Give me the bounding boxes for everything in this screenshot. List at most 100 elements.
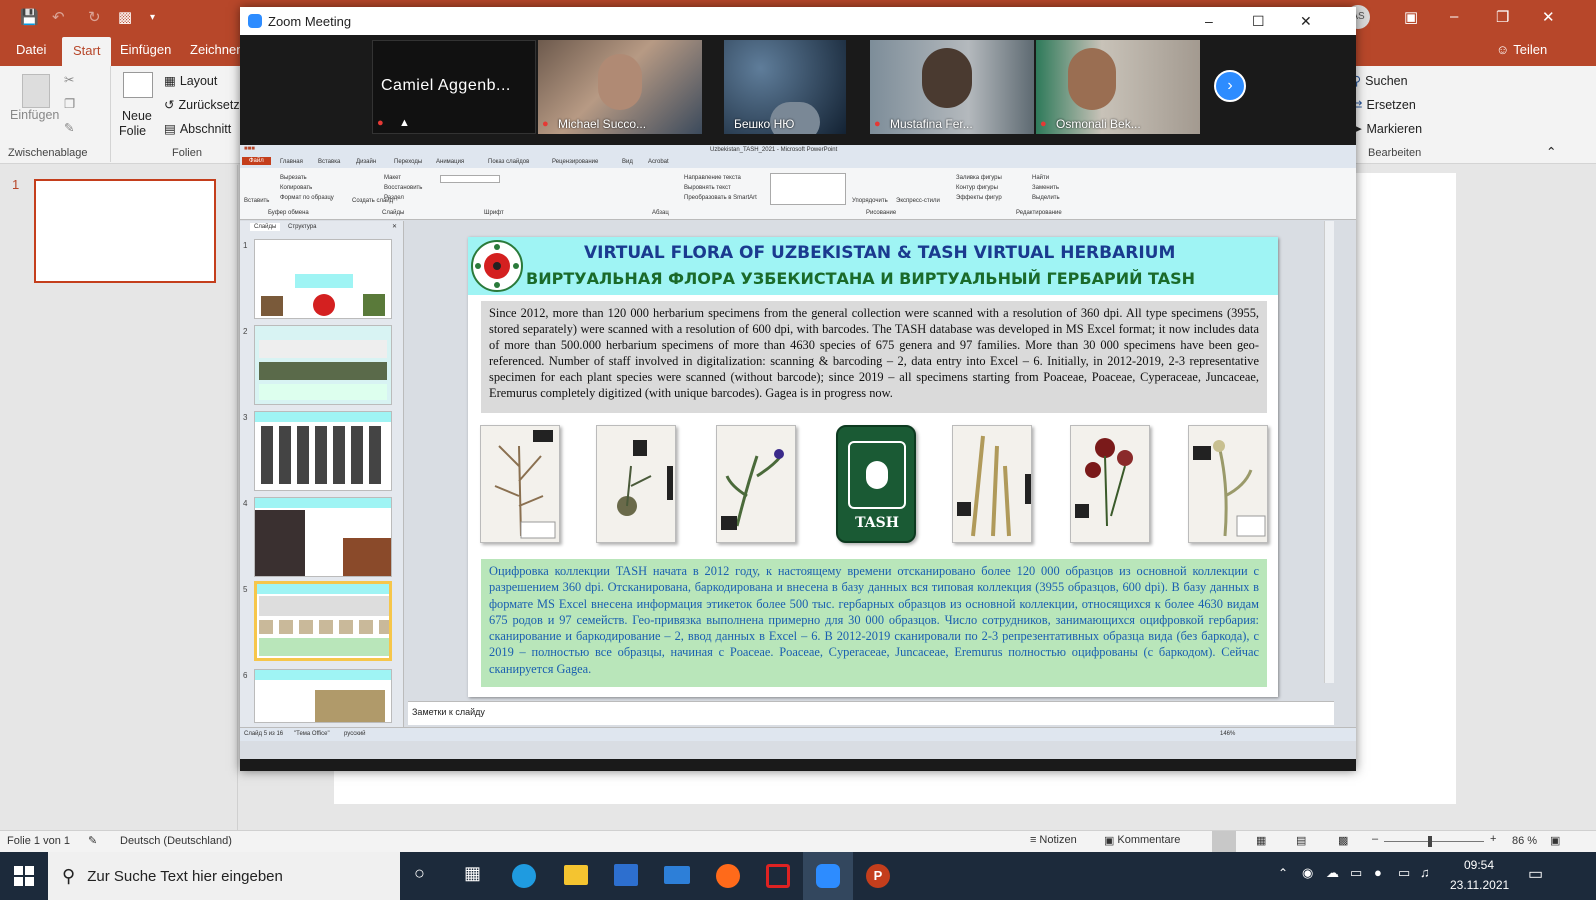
microphone-icon[interactable]: ● <box>1374 865 1382 880</box>
section-button[interactable]: ▤ Abschnitt <box>164 121 231 137</box>
firefox-icon[interactable] <box>716 864 740 888</box>
shared-tab-outline[interactable]: Структура <box>288 224 316 230</box>
undo-icon[interactable]: ↶ <box>52 8 65 26</box>
redo-icon[interactable]: ↻ <box>88 8 101 26</box>
tab-start[interactable]: Start <box>62 37 112 66</box>
paste-button[interactable]: Einfügen <box>10 108 59 122</box>
shared-shapes-gallery[interactable] <box>770 173 846 205</box>
mcafee-icon[interactable] <box>766 864 790 888</box>
new-slide-button[interactable]: Neue <box>122 109 152 123</box>
tab-draw[interactable]: Zeichnen <box>190 42 243 57</box>
participant-tile[interactable]: ● Osmonali Bek... <box>1036 40 1200 134</box>
close-icon[interactable]: ✕ <box>1542 8 1555 26</box>
normal-view-icon[interactable] <box>1212 831 1236 852</box>
clock-time[interactable]: 09:54 <box>1464 858 1494 872</box>
shared-tab[interactable]: Переходы <box>394 159 422 165</box>
shared-tab[interactable]: Дизайн <box>356 159 376 165</box>
share-button[interactable]: ☺ Teilen <box>1496 42 1547 57</box>
shared-tab[interactable]: Показ слайдов <box>488 159 529 165</box>
shared-tab[interactable]: Вид <box>622 159 633 165</box>
close-icon[interactable]: ✕ <box>1300 13 1312 30</box>
slide-thumbnail-4[interactable] <box>254 497 392 577</box>
zoom-slider-thumb[interactable] <box>1428 836 1432 847</box>
network-icon[interactable]: ◉ <box>1302 865 1313 881</box>
next-participants-button[interactable]: › <box>1214 70 1246 102</box>
task-view-icon[interactable]: ▦ <box>464 863 481 884</box>
shared-tab[interactable]: Анимация <box>436 159 464 165</box>
language-status[interactable]: Deutsch (Deutschland) <box>120 835 232 847</box>
taskbar-search[interactable]: ⚲ Zur Suche Text hier eingeben <box>48 852 400 900</box>
powerpoint-icon[interactable]: P <box>866 864 890 888</box>
shared-notes-pane[interactable]: Заметки к слайду <box>408 701 1334 725</box>
select-button[interactable]: ➤ Markieren <box>1352 121 1422 137</box>
cut-icon[interactable]: ✂ <box>64 72 74 87</box>
zoom-app-icon[interactable] <box>816 864 840 888</box>
show-hidden-icons[interactable]: ⌃ <box>1278 866 1288 880</box>
tab-file[interactable]: Datei <box>16 42 46 57</box>
format-painter-icon[interactable]: ✎ <box>64 120 74 135</box>
desktop: 💾 ↶ ↻ ▩ ▾ AS ▣ – ❐ ✕ Datei Start Einfüge… <box>0 0 1596 900</box>
slide-thumbnail-6[interactable] <box>254 669 392 723</box>
minimize-icon[interactable]: – <box>1205 13 1213 29</box>
slideshow-view-icon[interactable]: ▩ <box>1338 834 1348 847</box>
save-icon[interactable]: 💾 <box>20 8 39 26</box>
spellcheck-icon[interactable]: ✎ <box>88 834 97 847</box>
participant-tile[interactable]: ● Mustafina Fer... <box>870 40 1034 134</box>
participant-tile[interactable]: Бешко НЮ <box>724 40 846 134</box>
maximize-icon[interactable]: ☐ <box>1252 13 1265 30</box>
slide-thumbnail-5-selected[interactable] <box>254 581 392 661</box>
shared-tab[interactable]: Главная <box>280 159 303 165</box>
slide-thumbnail-2[interactable] <box>254 325 392 405</box>
reading-view-icon[interactable]: ▤ <box>1296 834 1306 847</box>
clock-date[interactable]: 23.11.2021 <box>1450 878 1509 892</box>
shared-tab[interactable]: Вставка <box>318 159 340 165</box>
notifications-icon[interactable]: ▭ <box>1528 864 1543 884</box>
slide-sorter-icon[interactable]: ▦ <box>1256 834 1266 847</box>
ribbon-display-icon[interactable]: ▣ <box>1404 8 1418 26</box>
zoom-out-icon[interactable]: – <box>1372 833 1378 845</box>
shared-font-box[interactable] <box>440 175 500 183</box>
participant-tile[interactable]: ● Michael Succo... <box>538 40 702 134</box>
tab-insert[interactable]: Einfügen <box>120 42 171 57</box>
store-icon[interactable] <box>614 864 638 886</box>
zoom-slider[interactable] <box>1384 841 1484 842</box>
paste-icon[interactable] <box>22 74 50 108</box>
zoom-in-icon[interactable]: + <box>1490 833 1496 845</box>
notes-button[interactable]: ≡ Notizen <box>1030 834 1077 846</box>
replace-button[interactable]: ⇄ Ersetzen <box>1352 97 1416 113</box>
file-explorer-icon[interactable] <box>564 865 588 885</box>
restore-icon[interactable]: ❐ <box>1496 8 1509 26</box>
fit-to-window-icon[interactable]: ▣ <box>1550 834 1560 847</box>
shared-tab-file[interactable]: Файл <box>242 157 271 165</box>
layout-button[interactable]: ▦ Layout <box>164 73 217 89</box>
monitor-icon[interactable]: ▭ <box>1398 865 1410 881</box>
volume-icon[interactable]: ♫ <box>1420 865 1430 880</box>
copy-icon[interactable]: ❐ <box>64 96 75 111</box>
reset-button[interactable]: ↺ Zurücksetz <box>164 97 240 113</box>
slide-thumbnail-1[interactable] <box>34 179 216 283</box>
shared-tab[interactable]: Acrobat <box>648 159 669 165</box>
find-button[interactable]: ⚲ Suchen <box>1352 73 1408 89</box>
edge-icon[interactable] <box>512 864 536 888</box>
slide-canvas-right[interactable] <box>1350 173 1456 800</box>
cortana-icon[interactable]: ○ <box>414 863 425 884</box>
windows-start-icon[interactable] <box>14 866 34 886</box>
battery-icon[interactable]: ▭ <box>1350 865 1362 881</box>
participant-tile[interactable]: Camiel Aggenb... ● ▲ <box>372 40 536 134</box>
shared-tab[interactable]: Рецензирование <box>552 159 598 165</box>
new-slide-icon[interactable] <box>123 72 153 98</box>
close-panel-icon[interactable]: ✕ <box>392 223 397 230</box>
shared-vertical-scrollbar[interactable] <box>1324 221 1334 683</box>
start-slideshow-icon[interactable]: ▩ <box>118 8 132 26</box>
comments-button[interactable]: ▣ Kommentare <box>1104 834 1180 847</box>
current-slide[interactable]: VIRTUAL FLORA OF UZBEKISTAN & TASH VIRTU… <box>468 237 1278 697</box>
qat-customize-icon[interactable]: ▾ <box>150 12 155 23</box>
slide-thumbnail-3[interactable] <box>254 411 392 491</box>
slide-thumbnail-1[interactable] <box>254 239 392 319</box>
minimize-icon[interactable]: – <box>1450 8 1458 25</box>
shared-tab-slides[interactable]: Слайды <box>250 223 281 231</box>
onedrive-icon[interactable]: ☁ <box>1326 865 1339 881</box>
zoom-level[interactable]: 86 % <box>1512 835 1537 847</box>
collapse-ribbon-icon[interactable]: ⌃ <box>1546 144 1556 159</box>
mail-icon[interactable] <box>664 866 690 884</box>
